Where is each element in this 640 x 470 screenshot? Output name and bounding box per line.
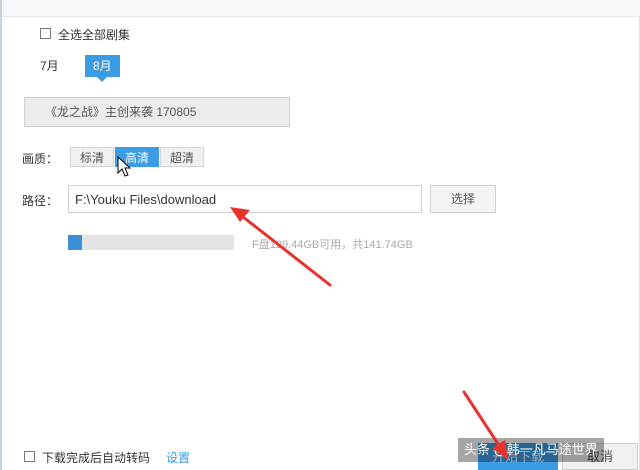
disk-usage-fill xyxy=(68,235,83,250)
download-dialog: 全选全部剧集 7月 8月 《龙之战》主创来袭 170805 画质： 标清 高清 … xyxy=(0,0,640,470)
quality-sd-button[interactable]: 标清 xyxy=(70,147,115,167)
month-tab-july[interactable]: 7月 xyxy=(32,55,67,77)
select-all-checkbox[interactable] xyxy=(40,28,51,39)
select-all-label: 全选全部剧集 xyxy=(58,28,131,42)
episode-item[interactable]: 《龙之战》主创来袭 170805 xyxy=(24,97,290,127)
auto-transcode-label: 下载完成后自动转码 xyxy=(42,451,151,465)
watermark: 头条 @韩一凡马途世界 xyxy=(458,438,604,462)
path-label: 路径： xyxy=(22,194,59,208)
disk-space-text: F盘129.44GB可用，共141.74GB xyxy=(252,239,413,251)
download-path-input[interactable] xyxy=(68,185,422,213)
quality-label: 画质： xyxy=(22,152,59,166)
auto-transcode-checkbox[interactable] xyxy=(24,451,35,462)
quality-hd-button[interactable]: 高清 xyxy=(115,147,160,167)
choose-path-button[interactable]: 选择 xyxy=(430,185,496,213)
dialog-top-strip xyxy=(2,0,640,17)
month-tab-august[interactable]: 8月 xyxy=(85,55,120,82)
quality-options: 标清 高清 超清 xyxy=(70,147,205,167)
disk-usage-bar xyxy=(68,235,234,250)
quality-uhd-button[interactable]: 超清 xyxy=(160,147,205,167)
settings-link[interactable]: 设置 xyxy=(166,449,190,466)
